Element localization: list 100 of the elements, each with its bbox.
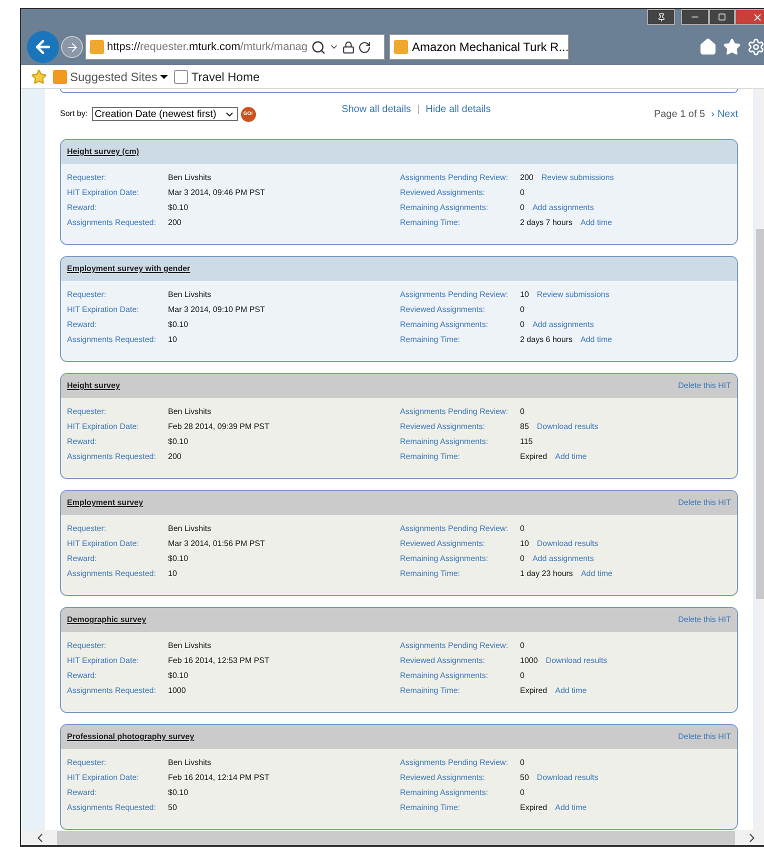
action-link[interactable]: Add time [580,334,612,346]
action-link[interactable]: Add time [580,568,613,580]
field-value: 10 [168,568,177,580]
back-button[interactable] [27,31,59,63]
action-link[interactable]: Download results [536,538,598,550]
minimize-button[interactable] [681,9,709,25]
field-label: Assignments Pending Review: [400,172,510,184]
delete-hit-link[interactable]: Delete this HIT [678,497,731,509]
field-value: Feb 16 2014, 12:53 PM PST [168,654,270,666]
field-value: Ben Livshits [168,406,212,418]
field-value: $0.10 [168,552,188,564]
field-value: 10 [520,288,529,300]
hit-title-link[interactable]: Employment survey with gender [67,263,190,275]
horizontal-scrollbar[interactable] [21,830,764,846]
address-text: https://requester.mturk.com/mturk/manag [107,40,308,55]
action-link[interactable]: Download results [536,420,598,432]
field-value: Ben Livshits [168,288,212,300]
action-link[interactable]: Add assignments [532,202,594,214]
search-icon [310,40,326,54]
field-value: 1000 [520,654,538,666]
field-label: Remaining Time: [400,216,462,228]
favorites-icon [723,38,741,56]
field-label: Requester: [67,172,108,184]
action-link[interactable]: Review submissions [536,288,610,300]
action-link[interactable]: Download results [546,654,608,666]
browser-tab[interactable]: Amazon Mechanical Turk R... [389,34,569,60]
scrollbar-thumb[interactable] [57,830,735,844]
pin-button[interactable] [647,9,675,25]
show-all-details-link[interactable]: Show all details [342,102,412,117]
delete-hit-link[interactable]: Delete this HIT [678,614,731,626]
field-label: Reward: [67,786,98,798]
action-link[interactable]: Add time [555,802,587,814]
close-icon [752,12,762,22]
forward-button[interactable] [61,36,83,58]
hide-all-details-link[interactable]: Hide all details [426,102,491,117]
action-link[interactable]: Add assignments [532,552,594,564]
field-value: 200 [520,172,534,184]
add-favorite-icon [31,68,47,84]
field-value: 0 [520,786,524,798]
delete-hit-link[interactable]: Delete this HIT [678,380,731,392]
scrollbar-thumb[interactable] [756,229,764,599]
field-label: Assignments Pending Review: [400,756,510,768]
field-value: 50 [520,772,529,784]
field-value: 0 [520,552,524,564]
field-label: Requester: [67,406,108,418]
next-link[interactable]: Next [717,106,738,122]
field-label: Remaining Assignments: [400,786,490,798]
field-label: Reward: [67,436,98,448]
field-label: Reviewed Assignments: [400,538,486,550]
field-label: Remaining Time: [400,802,462,814]
tab-title: Amazon Mechanical Turk R... [412,39,569,56]
sort-label: Sort by: [60,108,88,120]
field-value: Ben Livshits [168,640,212,652]
site-icon [174,70,188,84]
field-value: 10 [168,334,177,346]
action-link[interactable]: Add time [555,450,587,462]
field-label: Remaining Assignments: [400,436,490,448]
action-link[interactable]: Add assignments [532,318,594,330]
dropdown-caret-icon [160,74,168,78]
field-value: 2 days 6 hours [520,334,572,346]
field-value: Mar 3 2014, 09:46 PM PST [168,186,265,198]
field-value: Expired [520,684,548,696]
action-link[interactable]: Add time [580,216,612,228]
sort-dropdown[interactable]: Creation Date (newest first) [92,107,238,122]
field-label: Assignments Pending Review: [400,288,510,300]
field-value: 1000 [168,684,186,696]
field-value: $0.10 [168,436,188,448]
field-label: Reviewed Assignments: [400,186,486,198]
field-label: Assignments Requested: [67,568,157,580]
hit-title-link[interactable]: Demographic survey [67,614,146,626]
field-label: Remaining Assignments: [400,202,490,214]
lock-icon [342,40,355,54]
field-label: Requester: [67,288,108,300]
maximize-button[interactable] [709,9,735,25]
hit-title-link[interactable]: Employment survey [67,497,144,509]
field-label: HIT Expiration Date: [67,304,140,316]
field-label: Assignments Requested: [67,334,157,346]
field-value: Mar 3 2014, 01:56 PM PST [168,538,265,550]
hit-title-link[interactable]: Height survey (cm) [67,146,140,158]
field-value: Ben Livshits [168,522,212,534]
hit-title-link[interactable]: Professional photography survey [67,731,194,743]
page-favicon [394,40,408,54]
action-link[interactable]: Download results [536,772,598,784]
field-label: Remaining Assignments: [400,318,490,330]
favorites-link[interactable]: Suggested Sites [53,68,168,86]
field-label: Remaining Time: [400,568,462,580]
field-label: Reviewed Assignments: [400,304,486,316]
action-link[interactable]: Add time [555,684,587,696]
site-icon [53,70,67,84]
action-link[interactable]: Review submissions [541,172,614,184]
separator: | [417,102,420,117]
field-value: 0 [520,304,524,316]
vertical-scrollbar[interactable] [755,89,764,830]
field-label: Assignments Requested: [67,684,157,696]
delete-hit-link[interactable]: Delete this HIT [678,731,731,743]
hit-title-link[interactable]: Height survey [67,380,120,392]
field-value: 0 [520,756,524,768]
address-bar[interactable]: https://requester.mturk.com/mturk/manag [85,34,385,60]
field-value: $0.10 [168,670,188,682]
favorites-link[interactable]: Travel Home [174,68,260,86]
